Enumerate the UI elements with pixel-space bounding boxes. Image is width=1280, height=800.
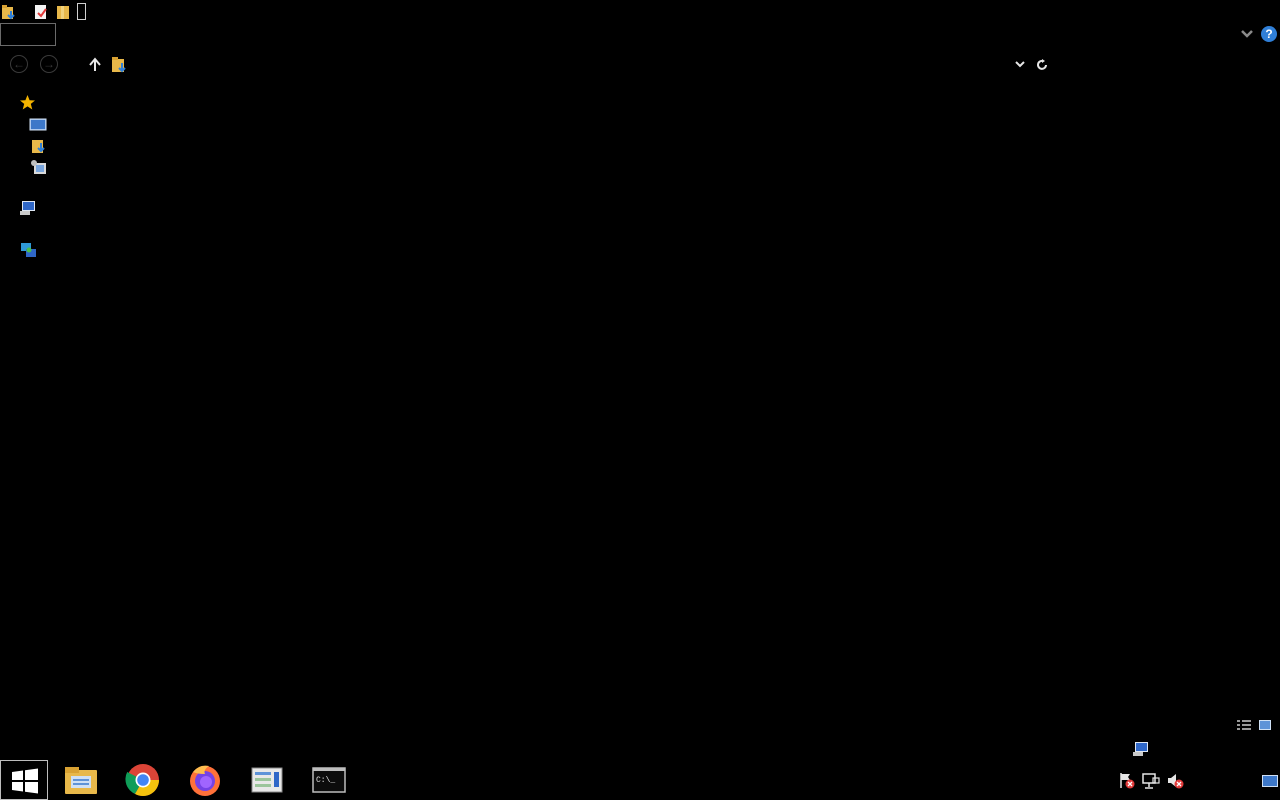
tray-network-icon[interactable]	[1142, 772, 1160, 790]
desktop-icon[interactable]	[29, 117, 47, 133]
command-prompt-icon[interactable]: C:\_	[311, 762, 347, 798]
network-icon[interactable]	[19, 241, 37, 259]
star-icon[interactable]	[19, 94, 36, 111]
file-explorer-icon[interactable]	[63, 762, 99, 798]
location-folder-icon	[112, 57, 126, 73]
volume-muted-icon[interactable]	[1166, 772, 1184, 790]
back-button[interactable]: ←	[10, 55, 28, 73]
recent-places-icon[interactable]	[29, 158, 47, 176]
download-folder-icon[interactable]	[1, 4, 17, 20]
up-arrow-icon[interactable]	[88, 57, 102, 73]
action-center-alert-icon[interactable]	[1118, 772, 1136, 790]
large-icons-view-icon[interactable]	[1258, 718, 1272, 732]
desktop-computer-icon[interactable]	[1132, 740, 1150, 758]
back-arrow-icon: ←	[13, 57, 25, 71]
chrome-icon[interactable]	[125, 762, 161, 798]
new-folder-icon[interactable]	[55, 4, 71, 20]
chevron-down-icon[interactable]	[1240, 28, 1254, 40]
server-manager-icon[interactable]	[249, 762, 285, 798]
forward-button[interactable]: →	[40, 55, 58, 73]
help-icon[interactable]: ?	[1261, 26, 1277, 42]
start-button[interactable]	[0, 760, 48, 800]
downloads-icon[interactable]	[30, 137, 48, 155]
properties-icon[interactable]	[33, 4, 49, 20]
this-pc-icon[interactable]	[19, 199, 37, 217]
toolbar-customize-box[interactable]	[77, 3, 86, 20]
forward-arrow-icon: →	[43, 57, 55, 71]
quick-access-toolbar	[0, 0, 100, 24]
details-view-icon[interactable]	[1236, 718, 1252, 732]
show-desktop-icon[interactable]	[1261, 773, 1279, 789]
windows-logo-icon	[12, 768, 38, 794]
firefox-icon[interactable]	[187, 762, 223, 798]
address-dropdown-icon[interactable]	[1014, 60, 1026, 70]
refresh-icon[interactable]	[1035, 58, 1049, 72]
ribbon-file-tab[interactable]	[0, 23, 56, 46]
cmd-prompt-text: C:\_	[316, 776, 335, 785]
